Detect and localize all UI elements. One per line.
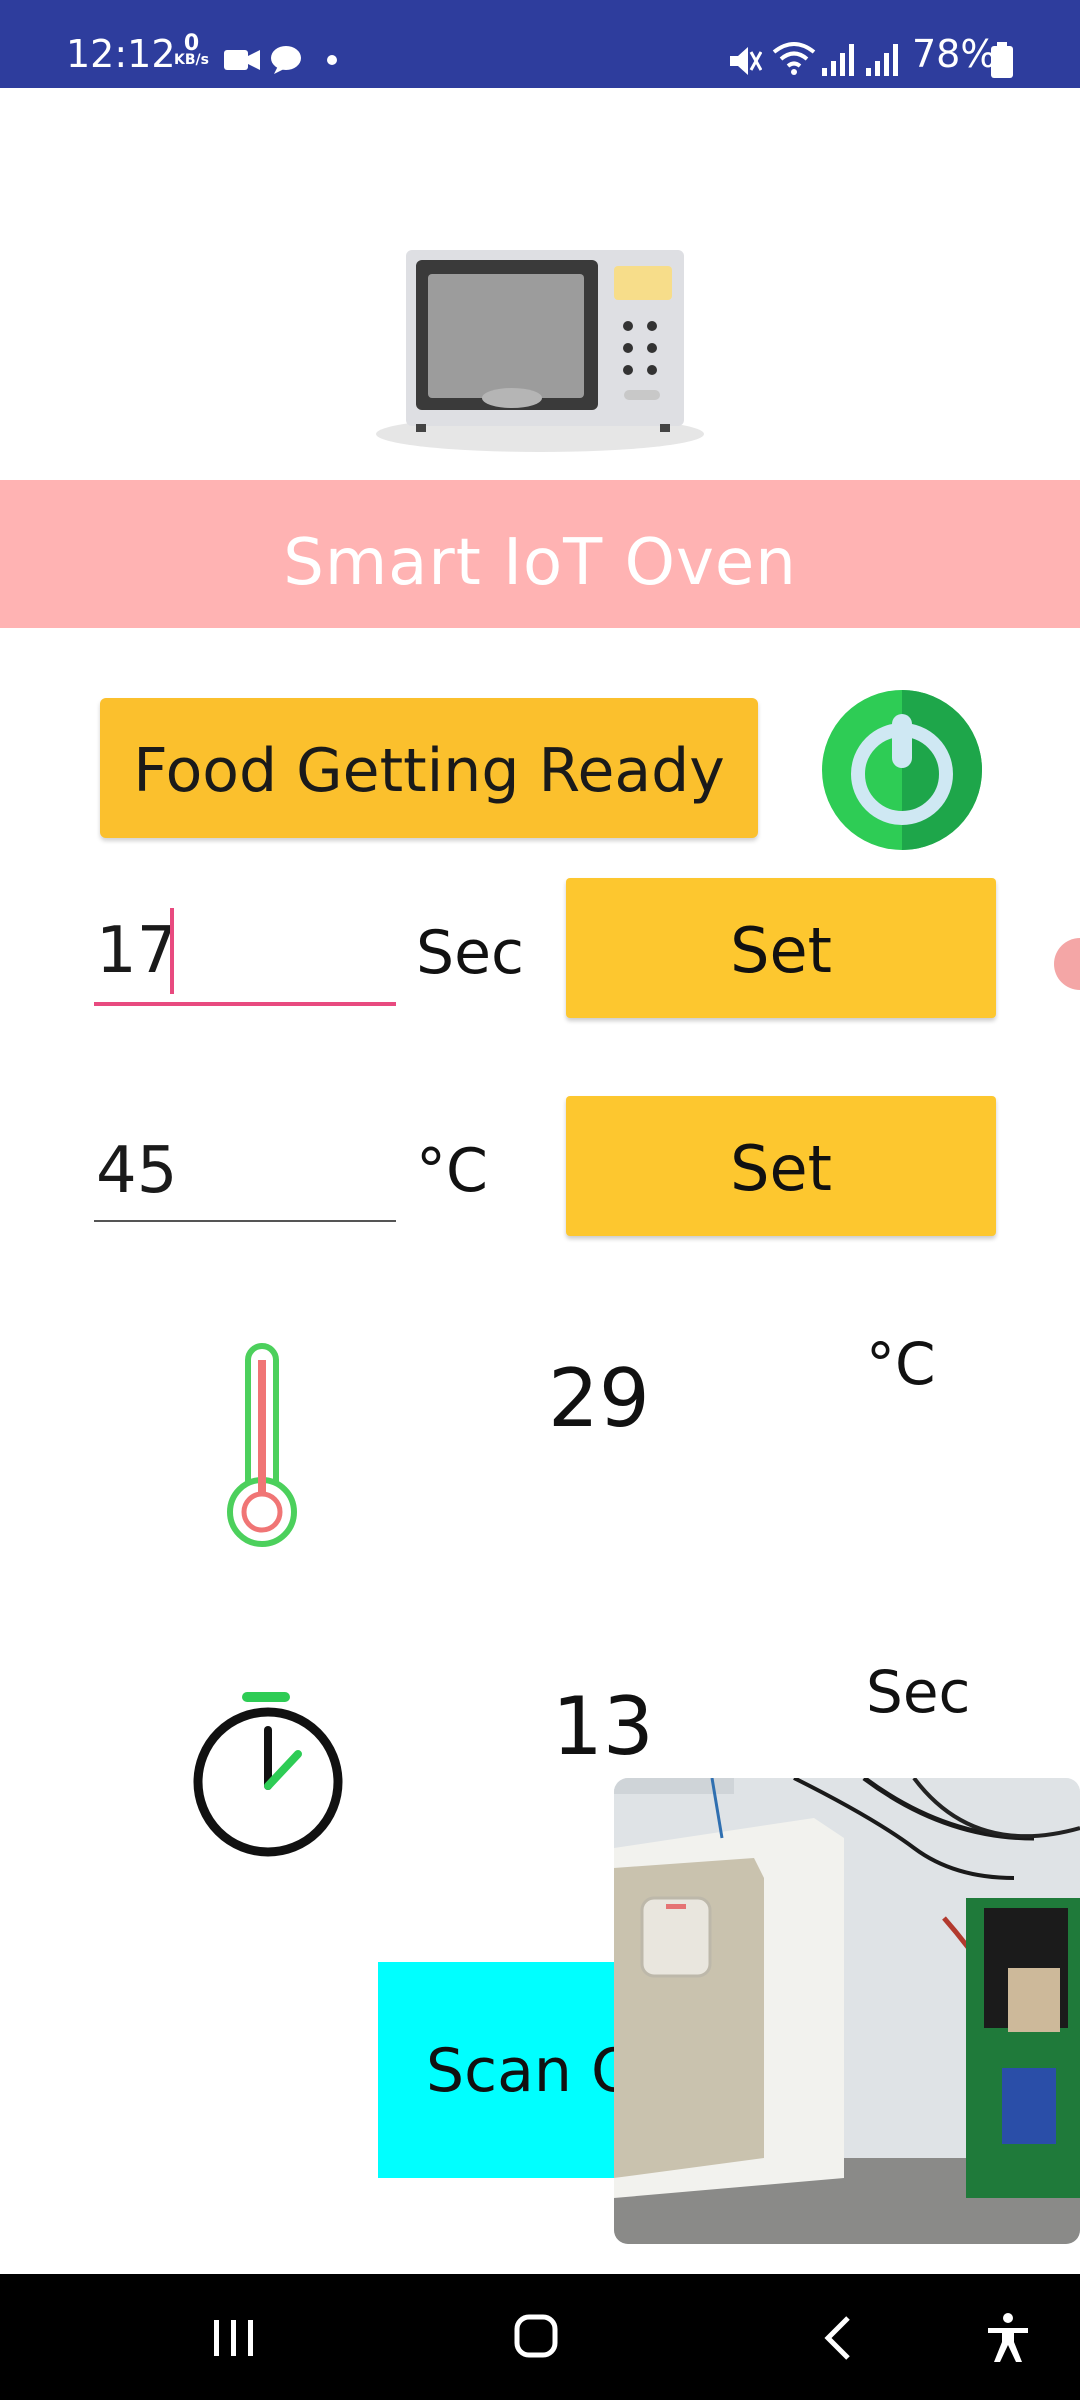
food-status-button[interactable]: Food Getting Ready [100,698,758,838]
app-title: Smart IoT Oven [283,526,797,600]
set-temperature-button[interactable]: Set [566,1096,996,1236]
text-cursor [170,908,174,994]
thermometer-icon [227,1343,297,1547]
food-status-label: Food Getting Ready [133,736,725,806]
recents-icon[interactable] [212,2318,256,2358]
accessibility-icon[interactable] [986,2312,1030,2364]
timer-reading: 13 [552,1680,654,1773]
title-banner: Smart IoT Oven [0,480,1080,628]
set-time-button[interactable]: Set [566,878,996,1018]
time-unit-label: Sec [416,918,524,988]
home-icon[interactable] [514,2314,558,2360]
video-pip-overlay[interactable] [614,1778,1080,2244]
camera-feed-image [614,1778,1080,2244]
temperature-reading: 29 [548,1352,650,1445]
temperature-unit-label: °C [416,1136,488,1206]
time-input-underline [94,1002,396,1006]
set-time-label: Set [730,914,832,987]
navigation-bar [0,2274,1080,2400]
battery-icon [991,42,1013,78]
temperature-input-value[interactable]: 45 [96,1134,177,1208]
temperature-input[interactable]: 45 [94,1120,396,1230]
dot-icon [327,55,337,65]
mute-icon [730,47,762,75]
temperature-input-underline [94,1220,396,1222]
status-bar: 12:12 0 KB/s 78% [0,0,1080,88]
back-icon[interactable] [822,2314,854,2362]
timer-reading-unit: Sec [866,1658,971,1726]
clock: 12:12 [66,32,176,76]
edge-panel-handle[interactable] [1054,938,1080,990]
power-icon[interactable] [820,688,984,852]
stopwatch-icon [193,1692,343,1857]
signal-icon [866,44,898,76]
video-camera-icon [224,50,260,70]
time-input[interactable]: 17 [94,900,396,1010]
wifi-icon [772,42,816,75]
chat-bubble-icon [271,46,301,74]
time-input-value[interactable]: 17 [96,914,177,988]
scan-qr-label: Scan Q [426,2036,639,2106]
temperature-reading-unit: °C [866,1330,936,1398]
data-rate: 0 KB/s [174,31,209,69]
microwave-illustration [376,250,704,452]
signal-icon [822,44,854,76]
battery-percent: 78% [912,32,997,76]
set-temperature-label: Set [730,1132,832,1205]
